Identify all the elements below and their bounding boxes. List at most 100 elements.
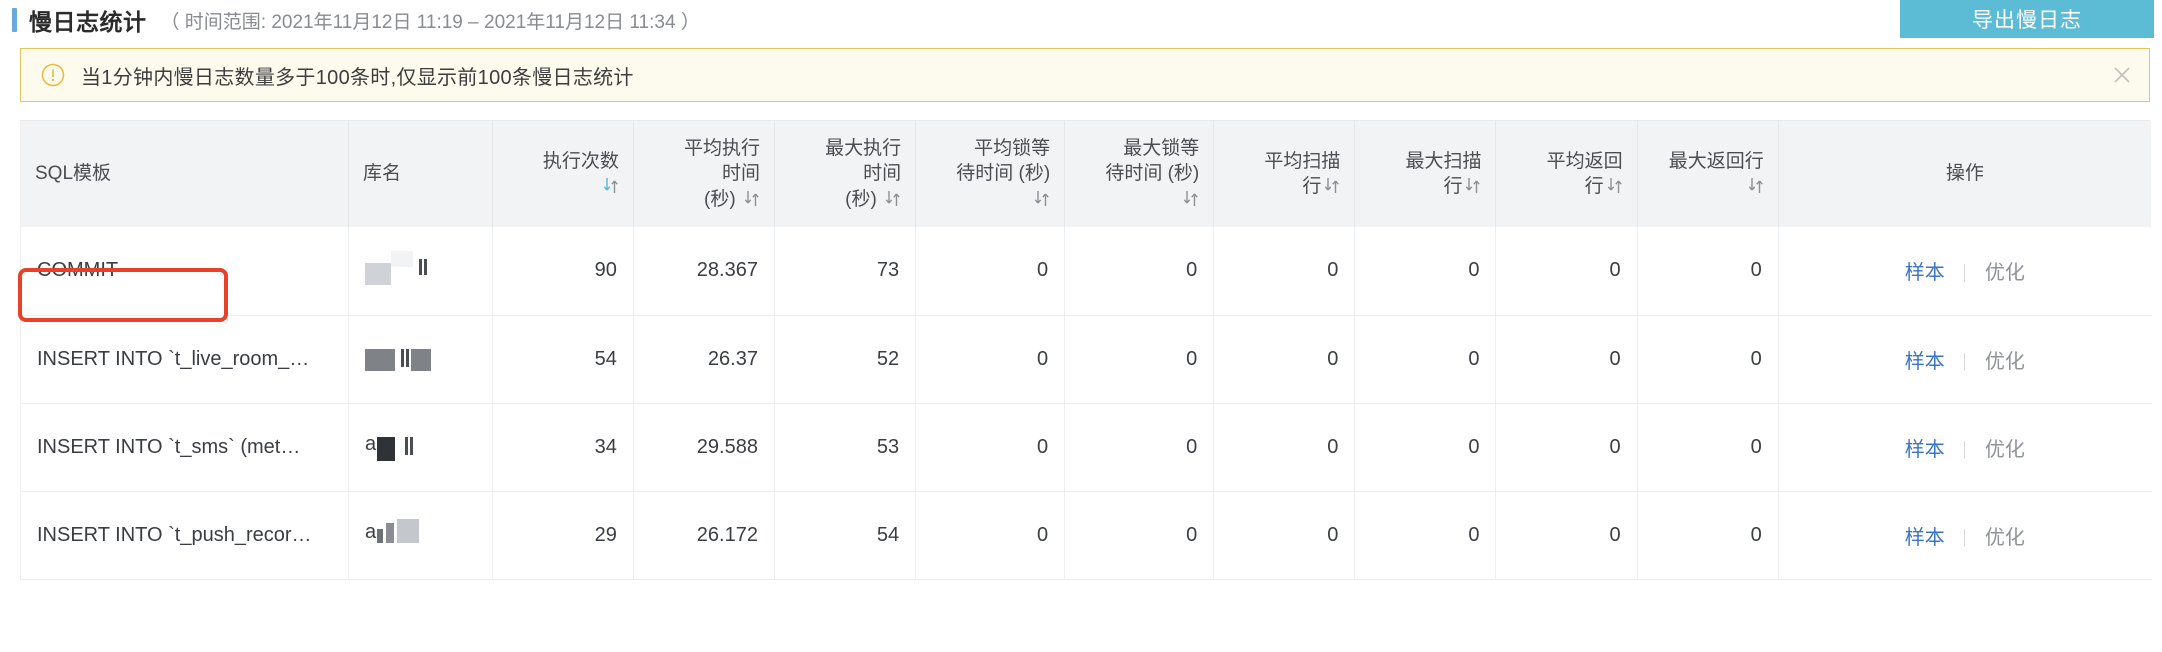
exclamation-circle-icon: [41, 63, 65, 87]
sort-arrows-icon[interactable]: [1324, 176, 1340, 195]
cell-max-exec-time: 73: [774, 227, 917, 316]
column-header-line2: 行: [1443, 176, 1463, 197]
column-header-max-exec-time[interactable]: 最大执行 时间 (秒): [774, 121, 917, 227]
cell-max-return-rows: 0: [1637, 403, 1779, 492]
table-row[interactable]: INSERT INTO `t_live_room_… 54 26.37 52 0…: [21, 315, 2151, 404]
optimize-link[interactable]: 优化: [1985, 527, 2025, 549]
sort-arrows-icon[interactable]: [1034, 189, 1050, 208]
close-icon[interactable]: [2111, 64, 2133, 86]
export-slowlog-button[interactable]: 导出慢日志: [1900, 0, 2154, 38]
action-separator: [1964, 264, 1966, 283]
column-header-db-name[interactable]: 库名: [348, 121, 493, 227]
cell-max-lock-wait: 0: [1064, 491, 1215, 580]
page-header: 慢日志统计 （ 时间范围: 2021年11月12日 11:19 – 2021年1…: [0, 0, 2162, 40]
cell-max-scan-rows: 0: [1354, 227, 1497, 316]
column-header-max-scan-rows[interactable]: 最大扫描 行: [1354, 121, 1497, 227]
cell-max-exec-time: 53: [774, 403, 917, 492]
cell-max-return-rows: 0: [1637, 315, 1779, 404]
sort-arrows-icon-active[interactable]: [603, 176, 619, 195]
page-root: 慢日志统计 （ 时间范围: 2021年11月12日 11:19 – 2021年1…: [0, 0, 2162, 652]
sample-link[interactable]: 样本: [1905, 351, 1945, 373]
sort-arrows-icon[interactable]: [744, 189, 760, 208]
column-header-line1: 平均返回: [1546, 150, 1623, 172]
cell-avg-return-rows: 0: [1495, 227, 1638, 316]
column-header-exec-count[interactable]: 执行次数: [492, 121, 634, 227]
cell-avg-lock-wait: 0: [915, 403, 1066, 492]
page-title: 慢日志统计: [29, 9, 147, 35]
column-header-line2: 待时间 (秒): [956, 163, 1051, 185]
sort-arrows-icon[interactable]: [1465, 176, 1481, 195]
slowlog-table-container: SQL模板 库名 执行次数 平均执行 时间 (秒) 最大执行 时间 (秒) 平均…: [20, 120, 2151, 580]
slowlog-table: SQL模板 库名 执行次数 平均执行 时间 (秒) 最大执行 时间 (秒) 平均…: [21, 121, 2151, 580]
sort-arrows-icon[interactable]: [1183, 189, 1199, 208]
cell-db-name: [348, 315, 493, 404]
column-header-line2: 时间: [721, 163, 760, 185]
cell-avg-lock-wait: 0: [915, 227, 1066, 316]
cell-db-name: a: [348, 491, 493, 580]
column-header-label: SQL模板: [35, 163, 112, 185]
cell-exec-count: 90: [492, 227, 634, 316]
optimize-link[interactable]: 优化: [1985, 262, 2025, 284]
column-header-line1: 平均扫描: [1264, 150, 1341, 172]
column-header-line2: 时间: [863, 163, 902, 185]
column-header-label: 库名: [362, 163, 401, 185]
column-header-line2: 待时间 (秒): [1105, 163, 1200, 185]
cell-avg-lock-wait: 0: [915, 315, 1066, 404]
cell-avg-scan-rows: 0: [1213, 227, 1356, 316]
redacted-db-name: [364, 339, 476, 379]
column-header-max-return-rows[interactable]: 最大返回行: [1637, 121, 1779, 227]
cell-avg-lock-wait: 0: [915, 491, 1066, 580]
cell-max-scan-rows: 0: [1354, 491, 1497, 580]
column-header-avg-scan-rows[interactable]: 平均扫描 行: [1213, 121, 1356, 227]
table-header-row: SQL模板 库名 执行次数 平均执行 时间 (秒) 最大执行 时间 (秒) 平均…: [21, 121, 2151, 227]
sort-arrows-icon[interactable]: [885, 189, 901, 208]
column-header-line3: (秒): [845, 188, 877, 210]
redacted-db-name: a: [365, 427, 476, 467]
cell-exec-count: 54: [492, 315, 634, 404]
cell-max-return-rows: 0: [1637, 491, 1779, 580]
cell-avg-exec-time: 26.172: [633, 491, 775, 580]
table-row[interactable]: COMMIT 90 28.367 73 0 0 0 0 0 0 样本 优化: [21, 227, 2151, 316]
column-header-sql-template[interactable]: SQL模板: [21, 121, 349, 227]
column-header-line1: 最大扫描: [1405, 150, 1482, 172]
sample-link[interactable]: 样本: [1905, 527, 1945, 549]
cell-max-scan-rows: 0: [1354, 315, 1497, 404]
cell-max-return-rows: 0: [1637, 227, 1779, 316]
cell-max-exec-time: 52: [774, 315, 917, 404]
cell-avg-exec-time: 29.588: [633, 403, 775, 492]
sample-link[interactable]: 样本: [1905, 262, 1945, 284]
cell-actions: 样本 优化: [1778, 315, 2151, 404]
cell-avg-return-rows: 0: [1495, 491, 1638, 580]
time-range-label: （ 时间范围: 2021年11月12日 11:19 – 2021年11月12日 …: [160, 11, 700, 33]
cell-db-name: a: [348, 403, 493, 492]
sample-link[interactable]: 样本: [1905, 439, 1945, 461]
column-header-max-lock-wait[interactable]: 最大锁等 待时间 (秒): [1064, 121, 1215, 227]
cell-max-lock-wait: 0: [1064, 227, 1215, 316]
warning-banner: 当1分钟内慢日志数量多于100条时,仅显示前100条慢日志统计: [20, 48, 2150, 102]
cell-sql-template: COMMIT: [21, 227, 349, 316]
cell-sql-template: INSERT INTO `t_sms` (met…: [21, 403, 349, 492]
table-row[interactable]: INSERT INTO `t_sms` (met… a 34 29.588 53…: [21, 403, 2151, 492]
table-body: COMMIT 90 28.367 73 0 0 0 0 0 0 样本 优化 IN…: [21, 227, 2151, 580]
cell-avg-return-rows: 0: [1495, 403, 1638, 492]
cell-avg-scan-rows: 0: [1213, 491, 1356, 580]
sort-arrows-icon[interactable]: [1607, 176, 1623, 195]
cell-actions: 样本 优化: [1778, 227, 2151, 316]
optimize-link[interactable]: 优化: [1985, 439, 2025, 461]
cell-max-lock-wait: 0: [1064, 403, 1215, 492]
cell-exec-count: 34: [492, 403, 634, 492]
column-header-avg-return-rows[interactable]: 平均返回 行: [1495, 121, 1638, 227]
table-row[interactable]: INSERT INTO `t_push_recor… a 29 26.172 5…: [21, 491, 2151, 580]
cell-avg-return-rows: 0: [1495, 315, 1638, 404]
cell-db-name: [348, 227, 493, 316]
sort-arrows-icon[interactable]: [1748, 176, 1764, 195]
redacted-db-name: [364, 250, 476, 291]
optimize-link[interactable]: 优化: [1985, 351, 2025, 373]
cell-avg-exec-time: 26.37: [633, 315, 775, 404]
column-header-avg-exec-time[interactable]: 平均执行 时间 (秒): [633, 121, 775, 227]
action-separator: [1964, 528, 1966, 547]
column-header-avg-lock-wait[interactable]: 平均锁等 待时间 (秒): [915, 121, 1066, 227]
title-accent-bar: [12, 8, 17, 32]
column-header-line1: 最大锁等: [1123, 138, 1200, 160]
cell-avg-scan-rows: 0: [1213, 315, 1356, 404]
